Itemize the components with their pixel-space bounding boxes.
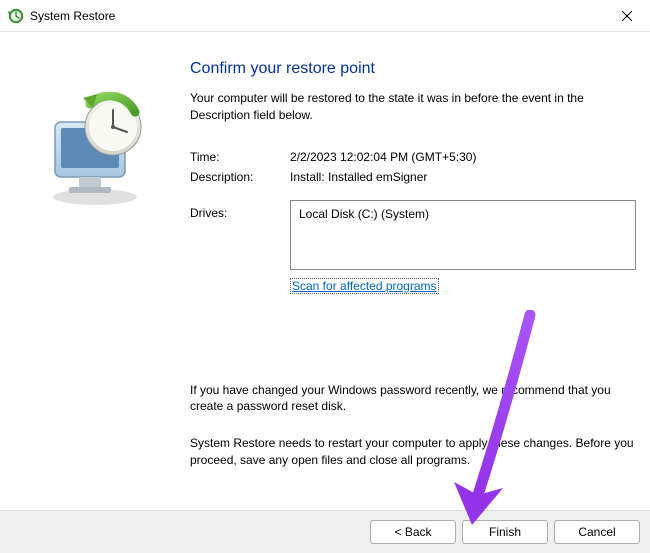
content: Confirm your restore point Your computer… bbox=[190, 32, 638, 510]
body: Confirm your restore point Your computer… bbox=[0, 32, 650, 510]
password-note: If you have changed your Windows passwor… bbox=[190, 382, 638, 416]
scan-affected-link[interactable]: Scan for affected programs bbox=[290, 278, 439, 294]
titlebar: System Restore bbox=[0, 0, 650, 32]
description-value: Install: Installed emSigner bbox=[290, 170, 638, 184]
time-row: Time: 2/2/2023 12:02:04 PM (GMT+5:30) bbox=[190, 150, 638, 164]
description-row: Description: Install: Installed emSigner bbox=[190, 170, 638, 184]
restart-note: System Restore needs to restart your com… bbox=[190, 435, 638, 469]
back-button[interactable]: < Back bbox=[370, 520, 456, 544]
finish-button[interactable]: Finish bbox=[462, 520, 548, 544]
drives-row: Drives: Local Disk (C:) (System) bbox=[190, 200, 638, 270]
page-subtext: Your computer will be restored to the st… bbox=[190, 90, 638, 124]
time-value: 2/2/2023 12:02:04 PM (GMT+5:30) bbox=[290, 150, 638, 164]
footer: < Back Finish Cancel bbox=[0, 510, 650, 553]
cancel-button[interactable]: Cancel bbox=[554, 520, 640, 544]
page-heading: Confirm your restore point bbox=[190, 60, 638, 78]
window-title: System Restore bbox=[30, 9, 115, 23]
description-label: Description: bbox=[190, 170, 290, 184]
drives-label: Drives: bbox=[190, 200, 290, 270]
drive-item[interactable]: Local Disk (C:) (System) bbox=[299, 207, 627, 221]
restore-graphic-icon bbox=[35, 92, 155, 212]
left-column bbox=[0, 32, 190, 510]
drives-listbox[interactable]: Local Disk (C:) (System) bbox=[290, 200, 636, 270]
time-label: Time: bbox=[190, 150, 290, 164]
restore-icon bbox=[8, 8, 24, 24]
close-button[interactable] bbox=[604, 0, 650, 32]
